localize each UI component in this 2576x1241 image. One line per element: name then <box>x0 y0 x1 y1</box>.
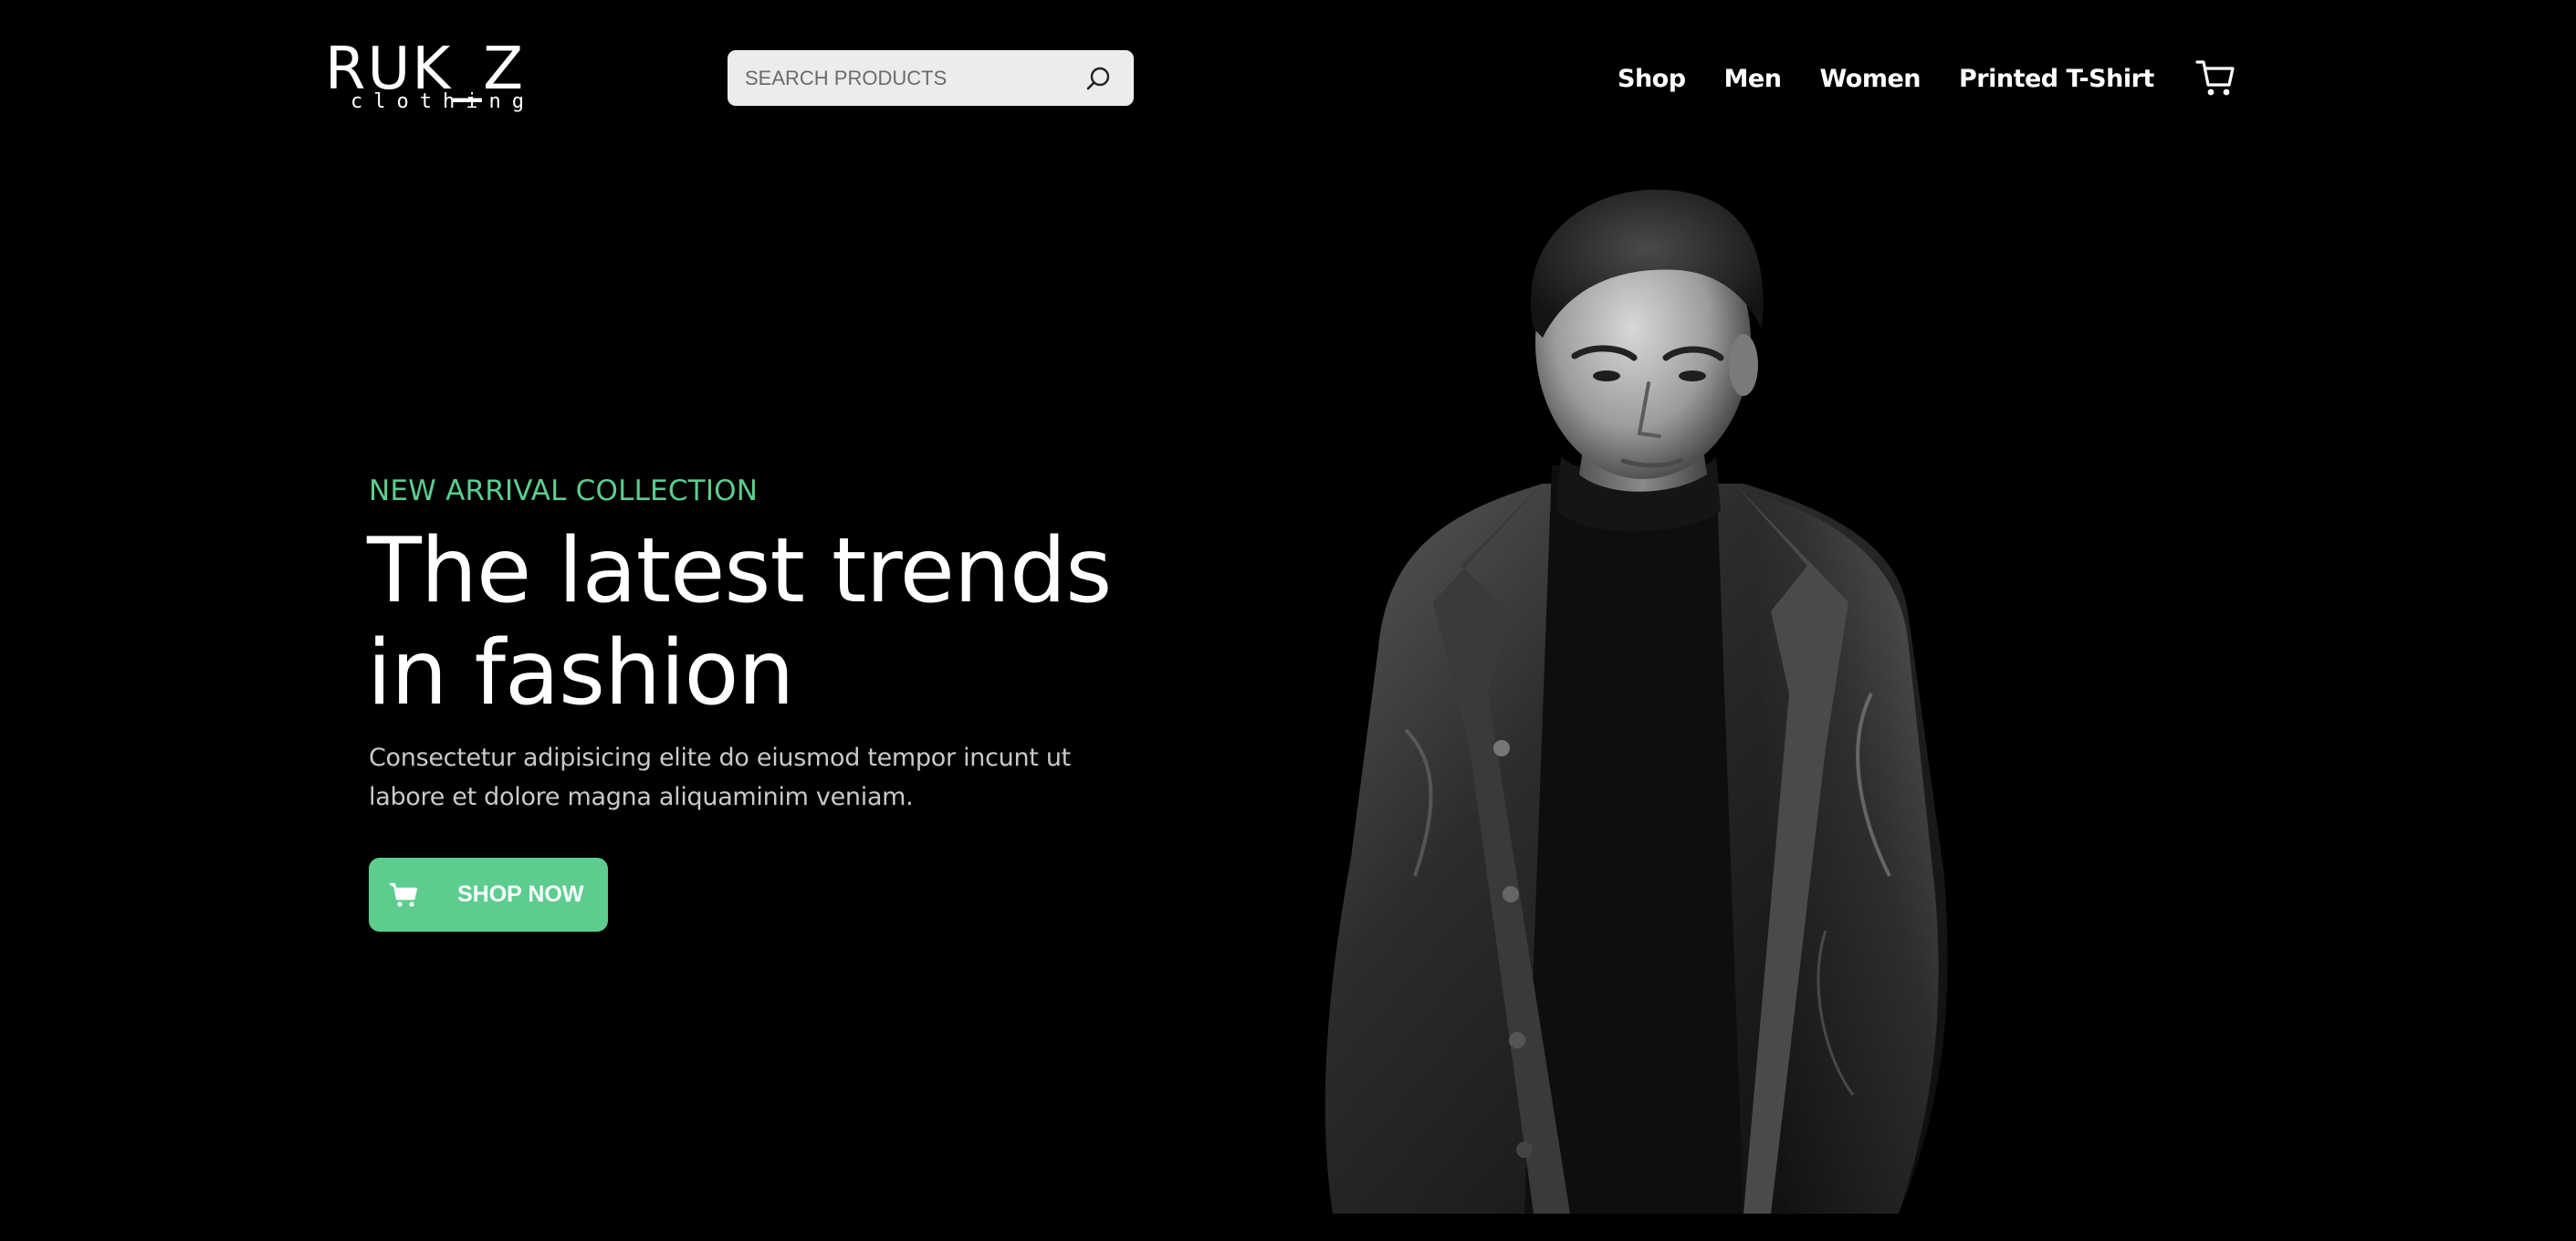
search-bar <box>728 50 1134 106</box>
cart-icon <box>389 881 418 909</box>
hero-model-image <box>1314 182 1972 1214</box>
search-input[interactable] <box>728 50 1073 106</box>
hero-headline-line: The latest trends <box>367 519 1112 623</box>
nav-women[interactable]: Women <box>1819 65 1921 93</box>
hero-description-line: Consectetur adipisicing elite do eiusmod… <box>369 744 1071 772</box>
main-nav: Shop Men Women Printed T-Shirt <box>1618 55 2193 102</box>
page: RUK_Z clothing Shop Men Women Printed T-… <box>0 0 2576 1241</box>
hero-eyebrow: NEW ARRIVAL COLLECTION <box>369 474 759 507</box>
hero-headline-line: in fashion <box>367 621 795 725</box>
hero-description: Consectetur adipisicing elite do eiusmod… <box>369 738 1071 817</box>
logo[interactable]: RUK_Z clothing <box>325 40 544 113</box>
nav-shop[interactable]: Shop <box>1618 65 1686 93</box>
search-icon[interactable] <box>1084 64 1114 93</box>
hero-headline: The latest trends in fashion <box>367 519 1112 725</box>
cart-icon[interactable] <box>2194 57 2236 99</box>
logo-subtitle: clothing <box>351 90 535 113</box>
nav-printed-tshirt[interactable]: Printed T-Shirt <box>1959 65 2154 93</box>
shop-now-label: SHOP NOW <box>457 881 584 907</box>
hero-description-line: labore et dolore magna aliquaminim venia… <box>369 783 914 811</box>
shop-now-button[interactable]: SHOP NOW <box>369 858 608 932</box>
nav-men[interactable]: Men <box>1724 65 1782 93</box>
